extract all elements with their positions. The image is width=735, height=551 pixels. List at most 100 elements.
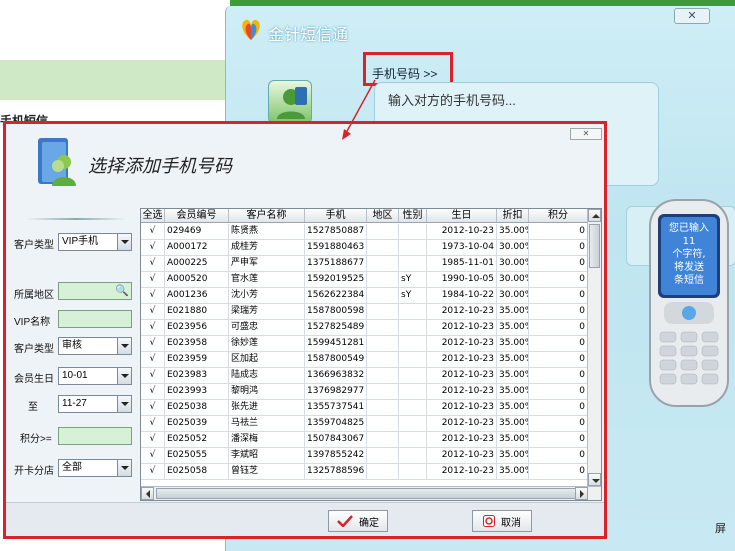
phone-screen-line-4: 将发送 <box>674 260 704 273</box>
vertical-scroll-thumb[interactable] <box>589 224 600 268</box>
customer-type2-value: 审核 <box>62 340 82 351</box>
scroll-left-button[interactable] <box>141 487 154 500</box>
table-row[interactable]: √E025038张先进1355737541 2012-10-2335.00%0 <box>141 400 588 416</box>
table-row[interactable]: √E025058曾钰芝1325788596 2012-10-2335.00%0 <box>141 464 588 480</box>
scroll-down-button[interactable] <box>588 473 601 486</box>
table-cell: 官水莲 <box>229 272 305 287</box>
dialog-close-button[interactable]: ✕ <box>570 128 602 140</box>
table-cell: 可盛忠 <box>229 320 305 335</box>
app-close-button[interactable]: ✕ <box>674 8 710 24</box>
table-cell: 严申军 <box>229 256 305 271</box>
table-cell: 曾钰芝 <box>229 464 305 479</box>
table-cell: 1591880463 <box>305 240 367 255</box>
table-cell <box>399 464 427 479</box>
region-input[interactable]: 🔍 <box>58 282 132 300</box>
row-checkbox[interactable]: √ <box>141 288 165 303</box>
horizontal-scroll-thumb[interactable] <box>156 488 576 499</box>
table-row[interactable]: √E023958徐妙莲1599451281 2012-10-2335.00%0 <box>141 336 588 352</box>
arrow-right-icon <box>580 490 588 498</box>
table-row[interactable]: √E023959区加起1587800549 2012-10-2335.00%0 <box>141 352 588 368</box>
contacts-icon[interactable] <box>268 80 312 124</box>
row-checkbox[interactable]: √ <box>141 320 165 335</box>
table-row[interactable]: √A000225严申军1375188677 1985-11-0130.00%0 <box>141 256 588 272</box>
customer-type-select[interactable]: VIP手机 <box>58 233 132 251</box>
table-cell: 35.00% <box>497 368 529 383</box>
row-checkbox[interactable]: √ <box>141 224 165 239</box>
row-checkbox[interactable]: √ <box>141 272 165 287</box>
cancel-button[interactable]: 取消 <box>472 510 532 532</box>
column-header[interactable]: 性别 <box>399 209 427 222</box>
table-row[interactable]: √E023983陆成志1366963832 2012-10-2335.00%0 <box>141 368 588 384</box>
column-header[interactable]: 客户名称 <box>229 209 305 222</box>
table-cell <box>367 368 399 383</box>
row-checkbox[interactable]: √ <box>141 432 165 447</box>
table-row[interactable]: √A001236沈小芳1562622384 sY1984-10-2230.00%0 <box>141 288 588 304</box>
row-checkbox[interactable]: √ <box>141 352 165 367</box>
table-cell: 35.00% <box>497 464 529 479</box>
column-header[interactable]: 全选 <box>141 209 165 222</box>
table-cell: E025052 <box>165 432 229 447</box>
phone-screen-line-3: 个字符, <box>672 247 705 260</box>
column-header[interactable]: 折扣 <box>497 209 529 222</box>
table-cell: 潘深梅 <box>229 432 305 447</box>
horizontal-scrollbar[interactable] <box>141 486 601 500</box>
table-row[interactable]: √A000172成桂芳1591880463 1973-10-0430.00%0 <box>141 240 588 256</box>
table-cell: 徐妙莲 <box>229 336 305 351</box>
row-checkbox[interactable]: √ <box>141 240 165 255</box>
table-cell: 0 <box>529 448 588 463</box>
column-header[interactable]: 地区 <box>367 209 399 222</box>
row-checkbox[interactable]: √ <box>141 400 165 415</box>
table-cell: 35.00% <box>497 336 529 351</box>
row-checkbox[interactable]: √ <box>141 336 165 351</box>
column-header[interactable]: 积分 <box>529 209 588 222</box>
row-checkbox[interactable]: √ <box>141 448 165 463</box>
app-title: 金针短信通 <box>268 25 349 44</box>
row-checkbox[interactable]: √ <box>141 464 165 479</box>
customer-type2-select[interactable]: 审核 <box>58 337 132 355</box>
column-header[interactable]: 会员编号 <box>165 209 229 222</box>
table-cell: 陆成志 <box>229 368 305 383</box>
column-header[interactable]: 手机 <box>305 209 367 222</box>
table-cell <box>399 416 427 431</box>
phone-number-link[interactable]: 手机号码 >> <box>363 52 453 86</box>
row-checkbox[interactable]: √ <box>141 416 165 431</box>
table-row[interactable]: √E023993黎明鸿1376982977 2012-10-2335.00%0 <box>141 384 588 400</box>
row-checkbox[interactable]: √ <box>141 384 165 399</box>
table-cell: 0 <box>529 288 588 303</box>
table-cell <box>367 416 399 431</box>
search-icon[interactable]: 🔍 <box>115 284 129 297</box>
table-row[interactable]: √E023956可盛忠1527825489 2012-10-2335.00%0 <box>141 320 588 336</box>
table-row[interactable]: √E025055李斌昭1397855242 2012-10-2335.00%0 <box>141 448 588 464</box>
table-cell: 1990-10-05 <box>427 272 497 287</box>
region-label: 所属地区 <box>14 290 54 301</box>
table-cell: E023983 <box>165 368 229 383</box>
points-input[interactable] <box>58 427 132 445</box>
table-cell: 2012-10-23 <box>427 448 497 463</box>
store-select[interactable]: 全部 <box>58 459 132 477</box>
row-checkbox[interactable]: √ <box>141 368 165 383</box>
table-cell <box>399 432 427 447</box>
table-cell: 1587800598 <box>305 304 367 319</box>
table-cell <box>399 384 427 399</box>
vertical-scrollbar[interactable] <box>587 209 601 487</box>
table-cell <box>367 272 399 287</box>
table-cell <box>399 304 427 319</box>
table-cell: 1375188677 <box>305 256 367 271</box>
scroll-right-button[interactable] <box>575 487 588 500</box>
table-row[interactable]: √E025052潘深梅1507843067 2012-10-2335.00%0 <box>141 432 588 448</box>
row-checkbox[interactable]: √ <box>141 256 165 271</box>
table-row[interactable]: √A000520官水莲1592019525 sY1990-10-0530.00%0 <box>141 272 588 288</box>
table-cell: 1397855242 <box>305 448 367 463</box>
row-checkbox[interactable]: √ <box>141 304 165 319</box>
table-cell: 1984-10-22 <box>427 288 497 303</box>
table-row[interactable]: √E025039马祛兰1359704825 2012-10-2335.00%0 <box>141 416 588 432</box>
table-row[interactable]: √029469陈贤燕1527850887 2012-10-2335.00%0 <box>141 224 588 240</box>
column-header[interactable]: 生日 <box>427 209 497 222</box>
confirm-button[interactable]: 确定 <box>328 510 388 532</box>
birthday-to-select[interactable]: 11-27 <box>58 395 132 413</box>
table-row[interactable]: √E021880梁瑞芳1587800598 2012-10-2335.00%0 <box>141 304 588 320</box>
scroll-up-button[interactable] <box>588 209 601 222</box>
vip-name-input[interactable] <box>58 310 132 328</box>
birthday-from-select[interactable]: 10-01 <box>58 367 132 385</box>
cancel-label: 取消 <box>501 517 521 529</box>
